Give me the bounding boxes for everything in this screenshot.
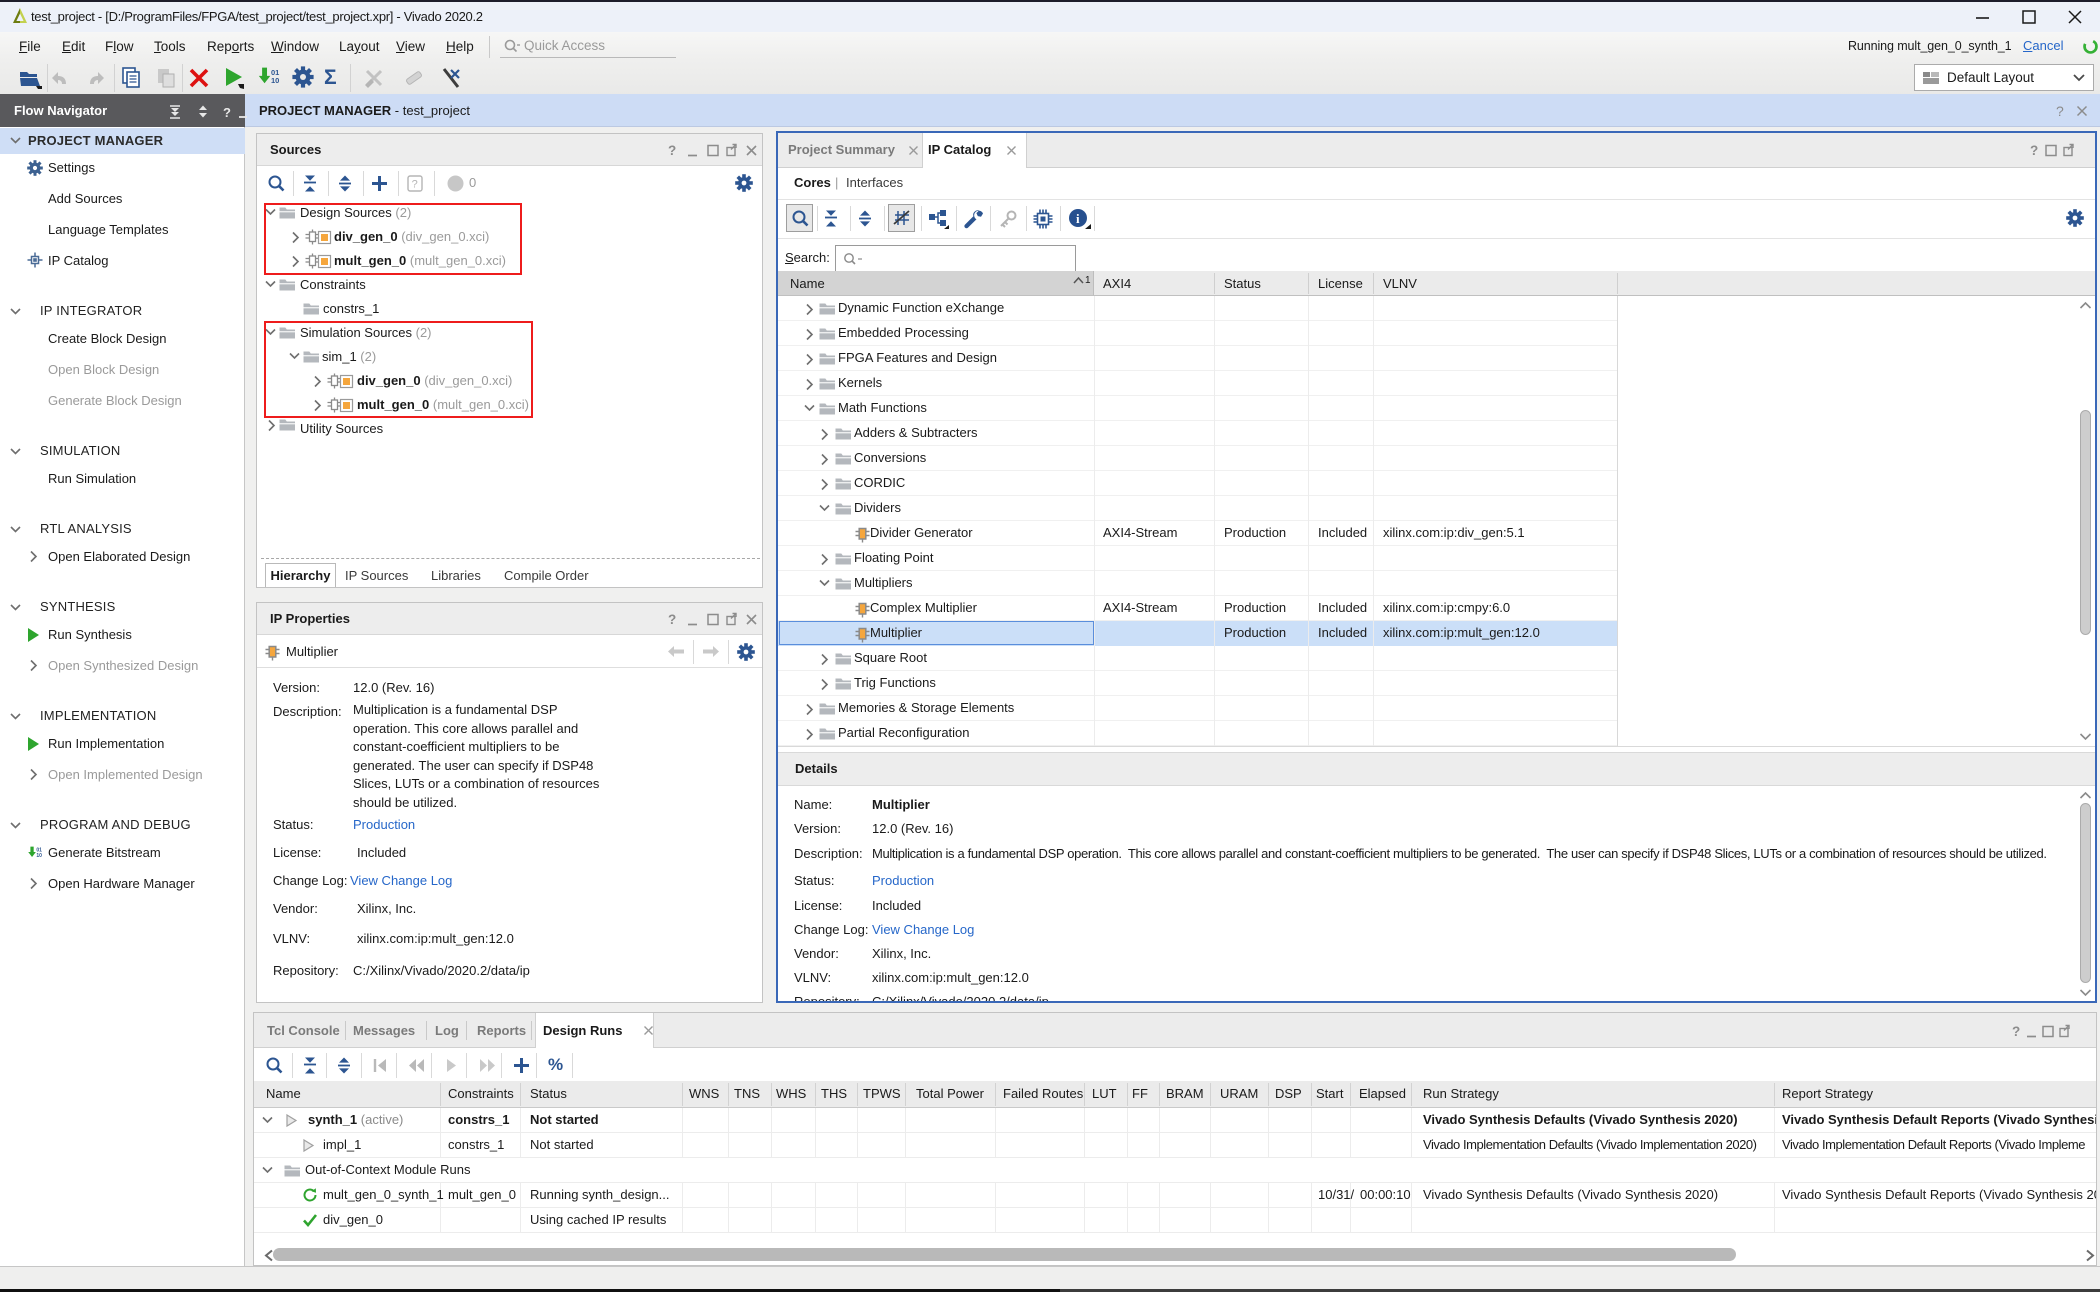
svg-text:10: 10 <box>36 853 42 859</box>
svg-text:?: ? <box>2012 1024 2020 1039</box>
svg-text:?: ? <box>668 612 676 627</box>
svg-text:i: i <box>1076 211 1080 226</box>
svg-text:?: ? <box>223 105 231 120</box>
svg-text:?: ? <box>2030 143 2038 158</box>
svg-text:?: ? <box>668 143 676 158</box>
svg-text:?: ? <box>412 179 418 191</box>
svg-text:10: 10 <box>271 76 279 85</box>
